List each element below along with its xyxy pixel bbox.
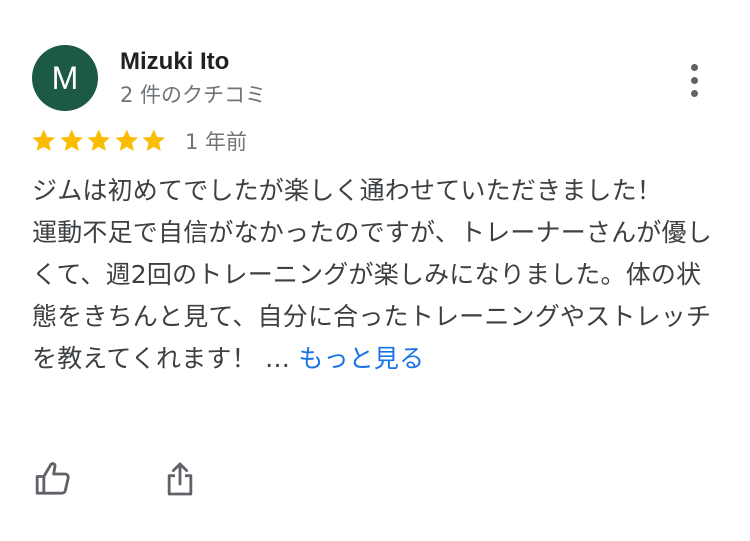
share-icon (167, 462, 193, 496)
star-rating (30, 127, 168, 155)
read-more-link[interactable]: もっと見る (298, 344, 424, 373)
share-button[interactable] (157, 456, 203, 502)
star-icon (60, 129, 83, 151)
more-options-button[interactable] (672, 56, 716, 104)
review-count[interactable]: 2 件のクチコミ (120, 80, 266, 110)
star-icon (142, 129, 165, 151)
review-paragraph: ジムは初めてでしたが楽しく通わせていただきました！ (32, 176, 663, 205)
star-icon (87, 129, 110, 151)
review-card: M Mizuki Ito 2 件のクチコミ 1 年前 ジムは初めてでしたが楽しく… (0, 0, 750, 541)
reviewer-name[interactable]: Mizuki Ito (120, 46, 229, 78)
star-icon (115, 129, 138, 151)
more-vert-icon-dot (690, 76, 698, 84)
like-button[interactable] (30, 456, 76, 502)
thumb-up-icon (35, 462, 70, 495)
star-icon (32, 129, 55, 151)
review-time: 1 年前 (185, 130, 248, 154)
review-text: ジムは初めてでしたが楽しく通わせていただきました！ 運動不足で自信がなかったので… (32, 170, 722, 380)
review-paragraph: 運動不足で自信がなかったのですが、トレーナーさんが優しくて、週2回のトレーニング… (32, 212, 722, 380)
avatar[interactable]: M (32, 45, 98, 111)
avatar-initial: M (51, 59, 79, 96)
more-vert-icon-dot (690, 89, 698, 97)
more-vert-icon (690, 63, 698, 71)
